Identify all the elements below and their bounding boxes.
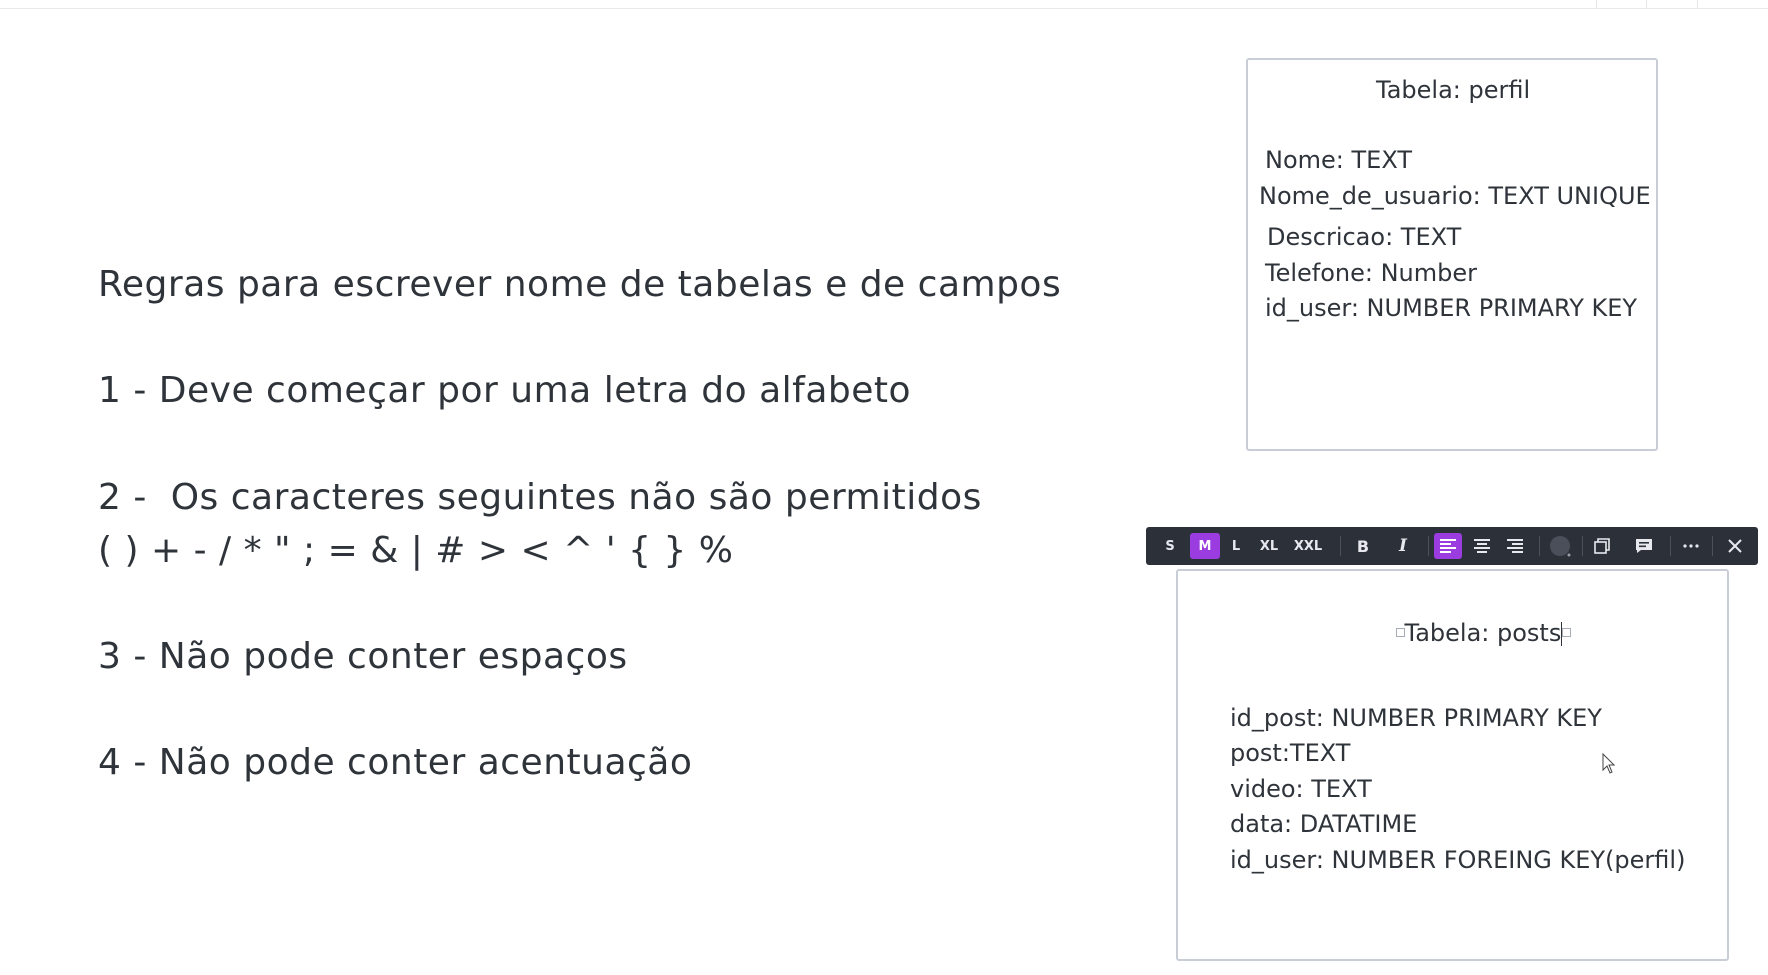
rules-heading: Regras para escrever nome de tabelas e d…	[98, 264, 1062, 305]
posts-field: post:TEXT	[1230, 739, 1351, 767]
text-format-toolbar: S M L XL XXL B I	[1146, 527, 1758, 565]
size-xl-button[interactable]: XL	[1254, 533, 1284, 559]
close-icon	[1728, 539, 1742, 553]
rule-3: 3 - Não pode conter espaços	[98, 636, 628, 677]
bold-button[interactable]: B	[1348, 533, 1378, 559]
perfil-field: Telefone: Number	[1265, 259, 1478, 287]
align-left-button[interactable]	[1434, 533, 1462, 559]
rule-1: 1 - Deve começar por uma letra do alfabe…	[98, 370, 912, 411]
align-right-icon	[1507, 539, 1523, 553]
rule-4: 4 - Não pode conter acentuação	[98, 742, 693, 783]
more-button[interactable]	[1676, 533, 1706, 559]
perfil-field: Nome: TEXT	[1265, 146, 1412, 174]
top-bar-divider	[1697, 0, 1698, 8]
toolbar-divider	[1582, 536, 1583, 556]
top-bar-divider	[1596, 0, 1597, 8]
toolbar-divider	[1539, 536, 1540, 556]
comment-button[interactable]	[1630, 533, 1658, 559]
color-swatch-icon	[1550, 536, 1571, 557]
more-icon	[1683, 544, 1699, 548]
color-button[interactable]	[1545, 533, 1575, 559]
align-right-button[interactable]	[1501, 533, 1529, 559]
italic-button[interactable]: I	[1388, 533, 1418, 559]
close-toolbar-button[interactable]	[1720, 533, 1750, 559]
toolbar-divider	[1340, 536, 1341, 556]
duplicate-button[interactable]	[1588, 533, 1616, 559]
perfil-field: Nome_de_usuario: TEXT UNIQUE	[1259, 182, 1651, 210]
top-bar-divider	[1646, 0, 1647, 8]
top-bar	[0, 0, 1768, 9]
posts-field: id_post: NUMBER PRIMARY KEY	[1230, 704, 1602, 732]
align-center-button[interactable]	[1468, 533, 1496, 559]
perfil-table-card[interactable]: Tabela: perfil Nome: TEXT Nome_de_usuari…	[1246, 58, 1658, 451]
align-center-icon	[1474, 539, 1490, 553]
align-left-icon	[1440, 539, 1456, 553]
comment-icon	[1636, 539, 1652, 553]
duplicate-icon	[1594, 538, 1610, 554]
posts-field: id_user: NUMBER FOREING KEY(perfil)	[1230, 846, 1686, 874]
rule-2-characters: ( ) + - / * " ; = & | # > < ^ ' { } %	[98, 530, 734, 571]
posts-card-title-row[interactable]: Tabela: posts	[1365, 591, 1572, 675]
size-m-button[interactable]: M	[1190, 533, 1220, 559]
toolbar-divider	[1428, 536, 1429, 556]
size-l-button[interactable]: L	[1224, 533, 1248, 559]
posts-field: video: TEXT	[1230, 775, 1372, 803]
posts-card-title: Tabela: posts	[1404, 619, 1562, 647]
posts-field: data: DATATIME	[1230, 810, 1418, 838]
mouse-pointer-icon	[1602, 753, 1616, 774]
rule-2: 2 - Os caracteres seguintes não são perm…	[98, 477, 982, 518]
resize-handle-icon[interactable]	[1395, 627, 1405, 637]
size-s-button[interactable]: S	[1158, 533, 1182, 559]
perfil-card-title: Tabela: perfil	[1376, 76, 1531, 104]
toolbar-divider	[1712, 536, 1713, 556]
perfil-field: Descricao: TEXT	[1267, 223, 1462, 251]
resize-handle-icon[interactable]	[1562, 627, 1572, 637]
perfil-field: id_user: NUMBER PRIMARY KEY	[1265, 294, 1638, 322]
posts-table-card[interactable]: Tabela: posts id_post: NUMBER PRIMARY KE…	[1176, 569, 1729, 961]
toolbar-divider	[1670, 536, 1671, 556]
size-xxl-button[interactable]: XXL	[1288, 533, 1328, 559]
